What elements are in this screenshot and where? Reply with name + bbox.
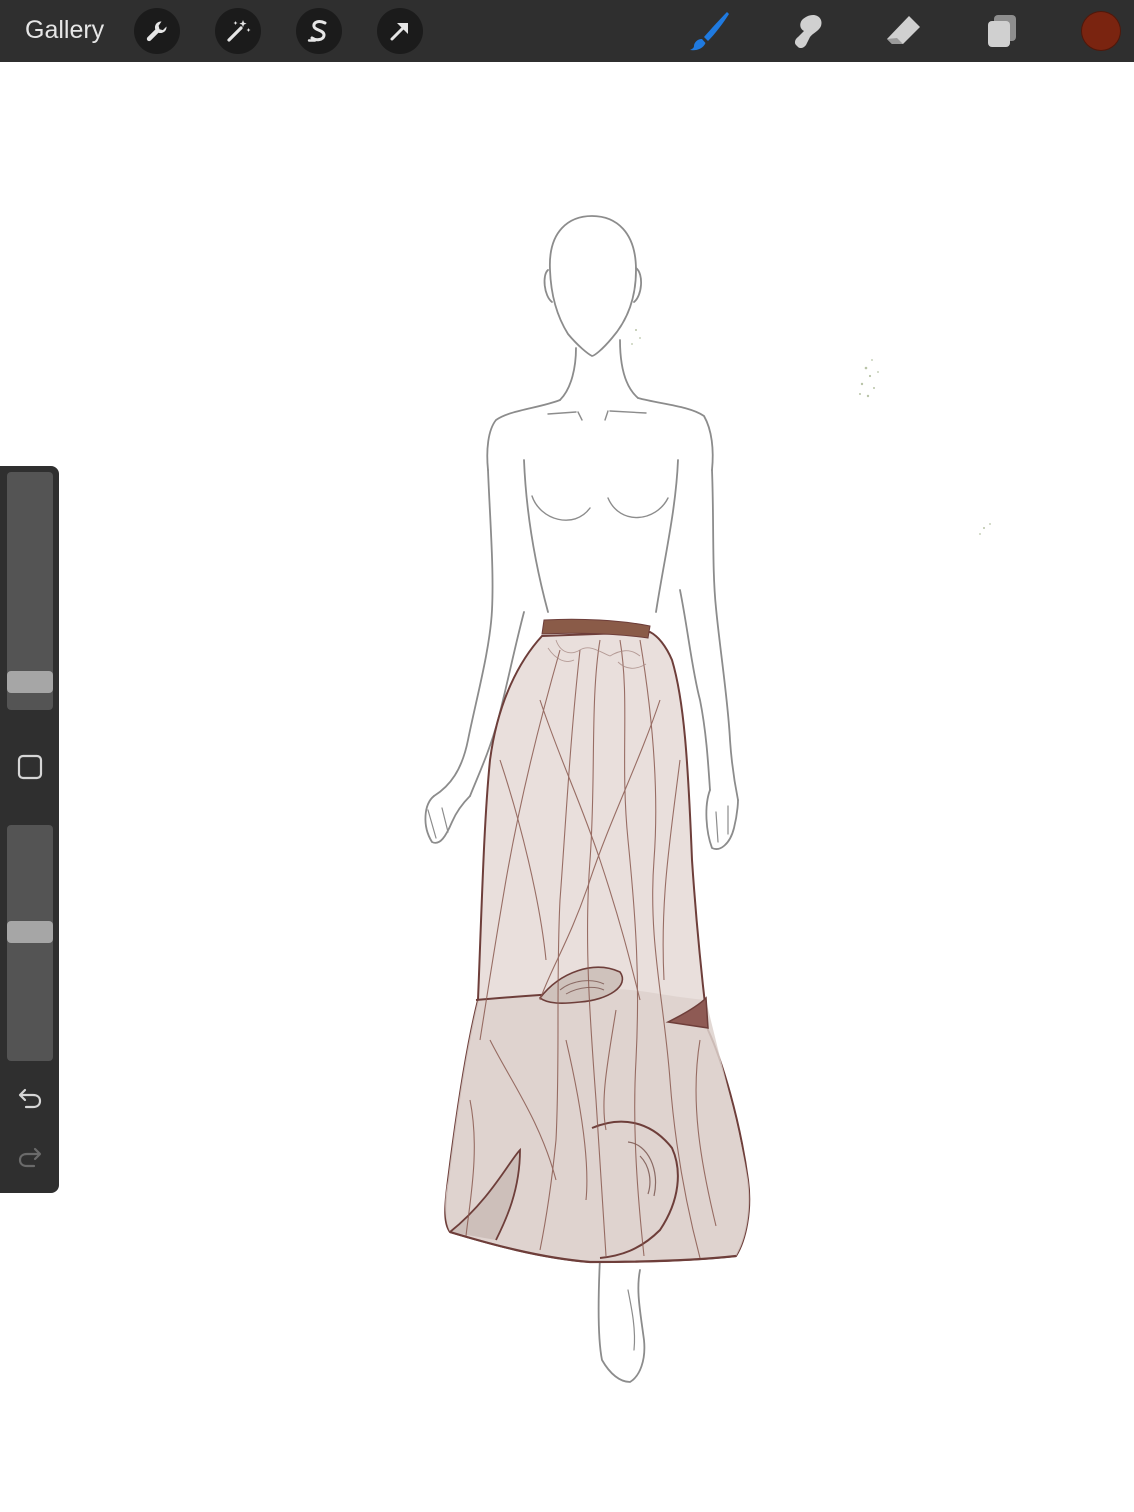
magic-wand-icon bbox=[227, 20, 251, 42]
brush-icon bbox=[690, 12, 729, 51]
arrow-cursor-icon bbox=[390, 23, 408, 41]
layers-button[interactable] bbox=[977, 6, 1027, 56]
eraser-icon bbox=[887, 16, 920, 44]
canvas-speckles bbox=[631, 329, 991, 535]
skirt-illustration bbox=[444, 618, 751, 1264]
brush-opacity-slider[interactable] bbox=[7, 825, 53, 1061]
gallery-button[interactable]: Gallery bbox=[25, 14, 104, 46]
brush-size-slider-thumb[interactable] bbox=[7, 671, 53, 693]
square-icon bbox=[17, 754, 43, 780]
fashion-sketch-artwork bbox=[424, 215, 991, 1383]
drawing-canvas[interactable] bbox=[0, 62, 1134, 1512]
layers-icon bbox=[988, 15, 1016, 47]
brush-tool-button[interactable] bbox=[684, 6, 734, 56]
smudge-icon bbox=[794, 15, 822, 49]
brush-size-slider[interactable] bbox=[7, 472, 53, 710]
color-swatch-button[interactable] bbox=[1081, 11, 1121, 51]
side-toolbar bbox=[0, 466, 59, 1193]
adjustments-button[interactable] bbox=[215, 8, 261, 54]
modify-button[interactable] bbox=[9, 746, 51, 788]
redo-icon bbox=[18, 1147, 42, 1168]
brush-opacity-slider-thumb[interactable] bbox=[7, 921, 53, 943]
transform-button[interactable] bbox=[377, 8, 423, 54]
wrench-icon bbox=[146, 21, 167, 42]
eraser-tool-button[interactable] bbox=[879, 6, 929, 56]
top-toolbar: Gallery bbox=[0, 0, 1134, 62]
actions-button[interactable] bbox=[134, 8, 180, 54]
smudge-tool-button[interactable] bbox=[781, 6, 831, 56]
selection-button[interactable] bbox=[296, 8, 342, 54]
undo-icon bbox=[18, 1088, 42, 1109]
undo-button[interactable] bbox=[9, 1077, 51, 1119]
redo-button[interactable] bbox=[9, 1136, 51, 1178]
selection-s-icon bbox=[307, 20, 327, 42]
